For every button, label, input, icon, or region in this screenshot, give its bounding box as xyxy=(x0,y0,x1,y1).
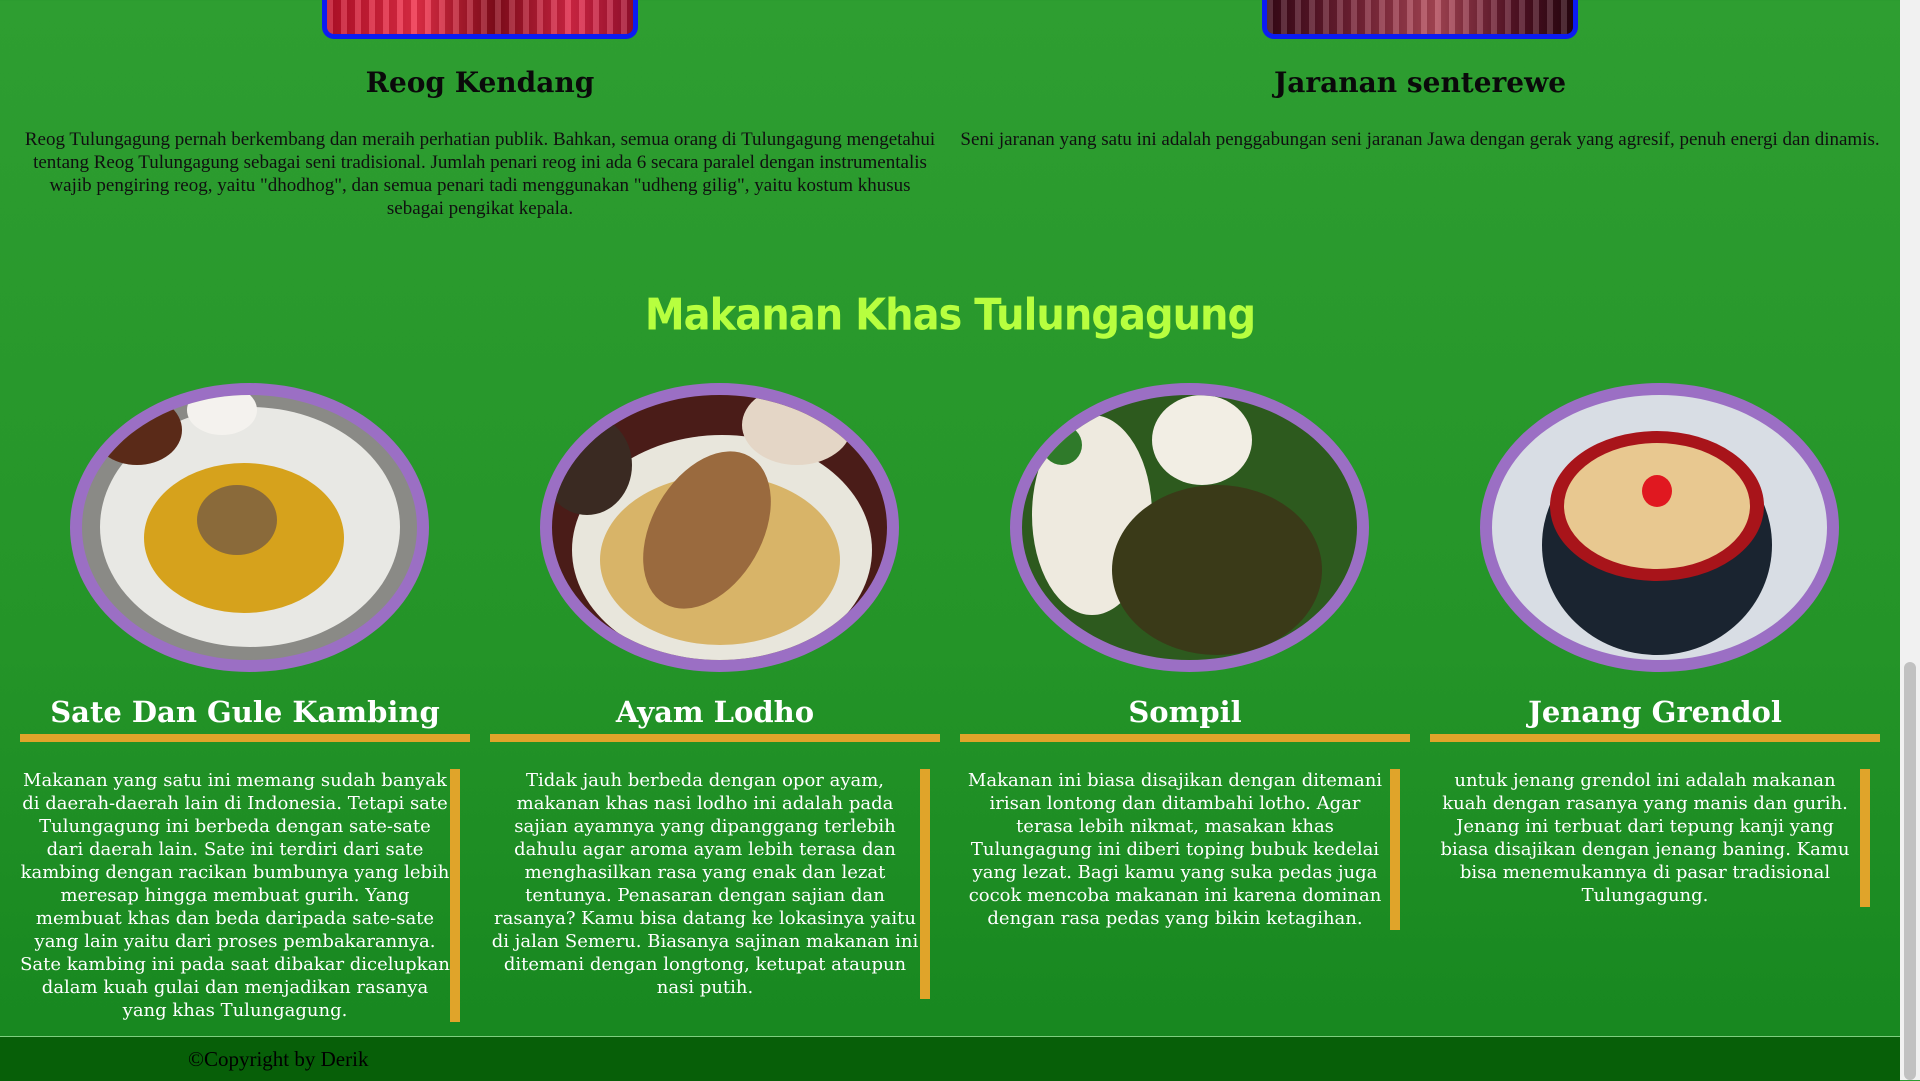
food-description: Makanan yang satu ini memang sudah banya… xyxy=(20,769,460,1022)
page: Reog Kendang Reog Tulungagung pernah ber… xyxy=(0,0,1900,1081)
scrollbar-thumb[interactable] xyxy=(1904,662,1916,1080)
food-description: Makanan ini biasa disajikan dengan ditem… xyxy=(960,769,1400,930)
food-title: Sompil xyxy=(1128,695,1242,729)
jenang-grendol-image xyxy=(1480,383,1839,672)
art-title: Reog Kendang xyxy=(365,66,595,99)
section-title: Makanan Khas Tulungagung xyxy=(644,289,1256,341)
food-description: untuk jenang grendol ini adalah makanan … xyxy=(1430,769,1870,907)
sompil-image xyxy=(1010,383,1369,672)
art-description: Seni jaranan yang satu ini adalah pengga… xyxy=(960,129,1880,150)
footer: ©Copyright by Derik xyxy=(0,1036,1900,1081)
title-underline xyxy=(490,734,940,742)
ayam-lodho-image xyxy=(540,383,899,672)
food-title: Jenang Grendol xyxy=(1528,695,1782,729)
food-title: Sate Dan Gule Kambing xyxy=(50,695,440,729)
title-underline xyxy=(960,734,1410,742)
title-underline xyxy=(20,734,470,742)
page-scrollbar[interactable] xyxy=(1900,0,1920,1080)
food-title: Ayam Lodho xyxy=(615,695,815,729)
sate-gule-image xyxy=(70,383,429,672)
art-title: Jaranan senterewe xyxy=(1273,66,1567,99)
copyright-text: ©Copyright by Derik xyxy=(188,1047,369,1071)
jaranan-image xyxy=(1262,0,1578,39)
title-underline xyxy=(1430,734,1880,742)
art-description: Reog Tulungagung pernah berkembang dan m… xyxy=(24,129,936,219)
reog-image xyxy=(322,0,638,39)
food-description: Tidak jauh berbeda dengan opor ayam, mak… xyxy=(490,769,930,999)
